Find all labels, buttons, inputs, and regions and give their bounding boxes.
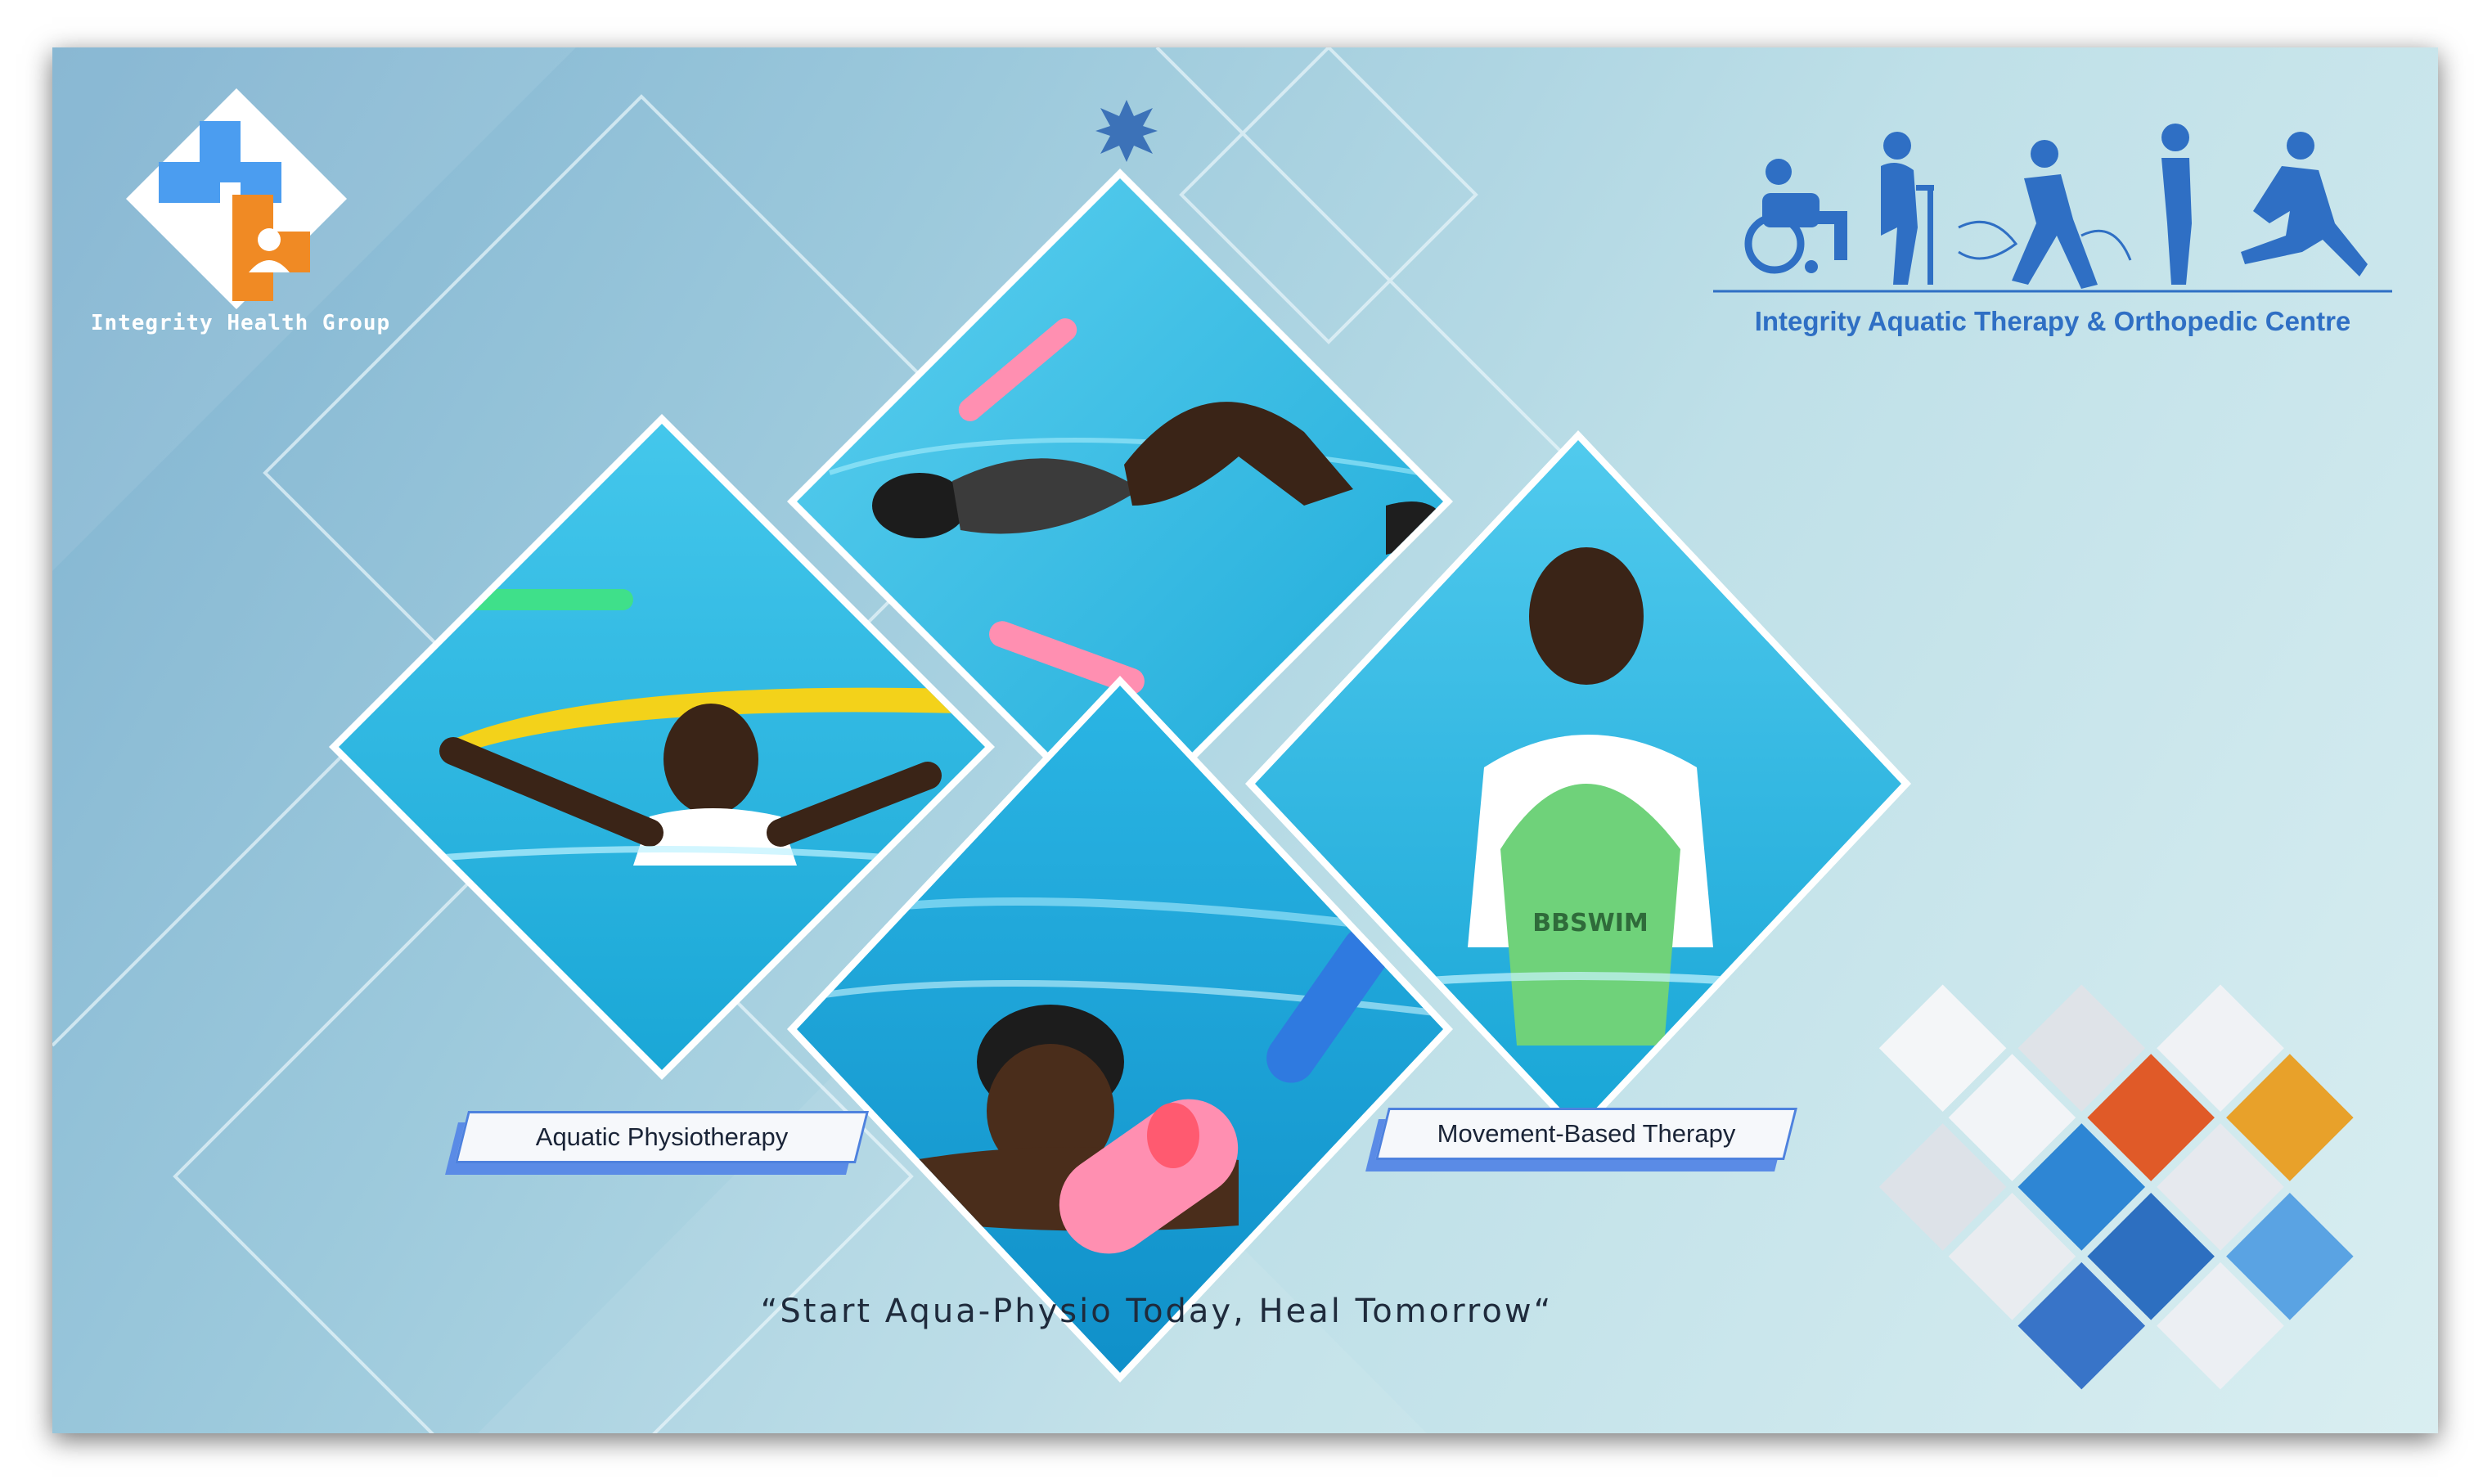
poster: Integrity Health Group Integrity Aquatic… — [52, 47, 2438, 1433]
label-text: Movement-Based Therapy — [1437, 1119, 1736, 1148]
photo-right: BBSWIM — [1245, 430, 1911, 1137]
kickboard-text: BBSWIM — [1532, 909, 1648, 938]
star-ornament-icon — [1095, 100, 1158, 162]
medical-cross-logo-icon — [126, 88, 347, 309]
tagline: “Start Aqua-Physio Today, Heal Tomorrow“ — [760, 1293, 1554, 1330]
label-aquatic-physiotherapy: Aquatic Physiotherapy — [445, 1111, 869, 1175]
label-movement-based-therapy: Movement-Based Therapy — [1365, 1108, 1797, 1171]
group-name: Integrity Health Group — [90, 311, 391, 335]
centre-name: Integrity Aquatic Therapy & Orthopedic C… — [1754, 306, 2351, 336]
label-text: Aquatic Physiotherapy — [535, 1122, 789, 1151]
